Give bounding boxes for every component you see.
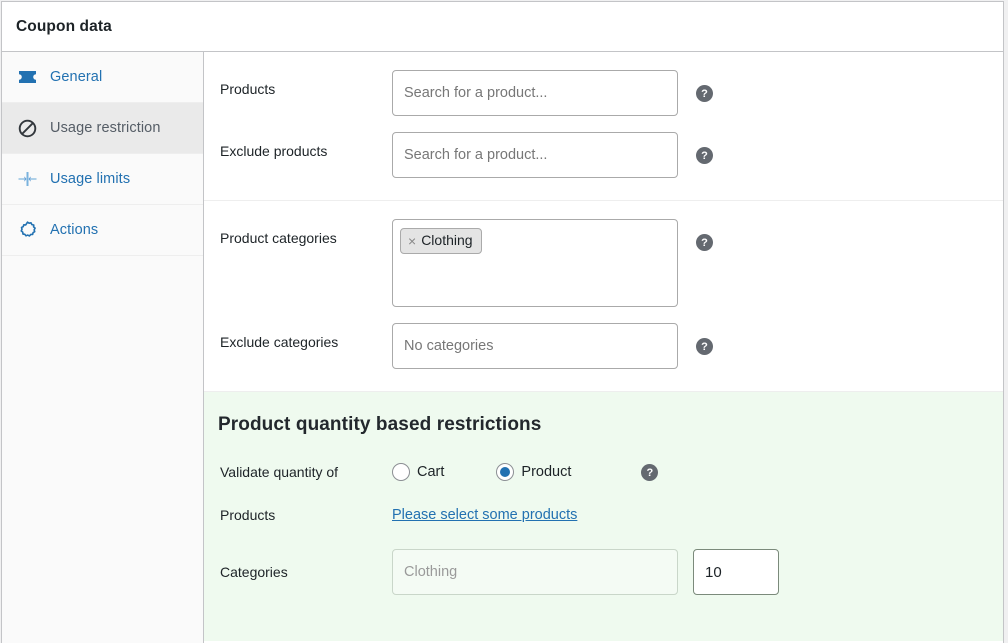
sidebar-item-label: General bbox=[50, 69, 103, 85]
products-label: Products bbox=[220, 81, 276, 97]
ticket-icon bbox=[14, 70, 40, 84]
quantity-products-label: Products bbox=[220, 507, 276, 523]
section-title: Product quantity based restrictions bbox=[218, 414, 542, 435]
sidebar-item-label: Actions bbox=[50, 222, 99, 238]
exclude-categories-label: Exclude categories bbox=[220, 334, 339, 350]
usage-limits-icon bbox=[14, 171, 40, 187]
quantity-categories-input bbox=[392, 549, 678, 595]
products-control bbox=[392, 70, 678, 116]
products-group: Products ? Exclude products ? bbox=[204, 52, 1003, 201]
exclude-categories-input[interactable] bbox=[392, 323, 678, 369]
help-icon[interactable]: ? bbox=[696, 234, 713, 251]
help-icon[interactable]: ? bbox=[696, 338, 713, 355]
sidebar-item-label: Usage limits bbox=[50, 171, 131, 187]
panel-body: General Usage restriction Usage limits A… bbox=[2, 52, 1003, 643]
help-icon[interactable]: ? bbox=[696, 85, 713, 102]
row-validate-quantity: Validate quantity of Cart Product ? bbox=[204, 462, 1003, 507]
radio-product-control[interactable] bbox=[496, 462, 515, 481]
radio-cart-control[interactable] bbox=[392, 462, 410, 481]
quantity-amount-input[interactable] bbox=[693, 549, 779, 595]
row-quantity-categories: Categories bbox=[204, 549, 1003, 621]
panel-header: Coupon data bbox=[2, 2, 1003, 52]
field-products: Products ? bbox=[204, 62, 1003, 124]
exclude-products-input[interactable] bbox=[392, 132, 678, 178]
radio-cart-label: Cart bbox=[417, 463, 445, 480]
coupon-data-tabs: General Usage restriction Usage limits A… bbox=[2, 52, 204, 643]
radio-product[interactable]: Product bbox=[496, 462, 572, 481]
remove-token-icon[interactable]: × bbox=[408, 234, 416, 248]
field-exclude-products: Exclude products ? bbox=[204, 124, 1003, 186]
product-categories-label: Product categories bbox=[220, 230, 337, 246]
select-products-link[interactable]: Please select some products bbox=[392, 507, 577, 523]
quantity-categories-label: Categories bbox=[220, 564, 288, 580]
field-exclude-categories: Exclude categories ? bbox=[204, 315, 1003, 377]
categories-group: Product categories × Clothing ? Exclude … bbox=[204, 201, 1003, 391]
product-quantity-restrictions-section: Product quantity based restrictions Vali… bbox=[204, 391, 1003, 641]
no-entry-icon bbox=[14, 119, 40, 138]
token-label: Clothing bbox=[421, 232, 473, 248]
gear-icon bbox=[14, 220, 40, 240]
radio-product-label: Product bbox=[521, 463, 572, 480]
help-icon[interactable]: ? bbox=[696, 147, 713, 164]
product-categories-control: × Clothing bbox=[392, 219, 678, 307]
page-title: Coupon data bbox=[16, 17, 112, 35]
exclude-products-control bbox=[392, 132, 678, 178]
sidebar-item-general[interactable]: General bbox=[2, 52, 203, 103]
sidebar-item-usage-restriction[interactable]: Usage restriction bbox=[2, 103, 203, 154]
exclude-products-label: Exclude products bbox=[220, 143, 328, 159]
exclude-categories-control bbox=[392, 323, 678, 369]
category-token[interactable]: × Clothing bbox=[400, 228, 482, 254]
coupon-data-screen: Coupon data General Usage restriction Us… bbox=[0, 0, 1008, 643]
sidebar-item-label: Usage restriction bbox=[50, 120, 161, 136]
sidebar-item-usage-limits[interactable]: Usage limits bbox=[2, 154, 203, 205]
usage-restriction-panel: Products ? Exclude products ? bbox=[204, 52, 1003, 643]
product-categories-tokenbox[interactable]: × Clothing bbox=[392, 219, 678, 307]
coupon-data-panel: Coupon data General Usage restriction Us… bbox=[1, 1, 1004, 643]
quantity-categories-controls bbox=[392, 549, 779, 595]
row-quantity-products: Products Please select some products bbox=[204, 507, 1003, 549]
validate-quantity-label: Validate quantity of bbox=[220, 463, 339, 480]
radio-cart[interactable]: Cart bbox=[392, 462, 445, 481]
field-product-categories: Product categories × Clothing ? bbox=[204, 211, 1003, 315]
sidebar-item-actions[interactable]: Actions bbox=[2, 205, 203, 256]
products-input[interactable] bbox=[392, 70, 678, 116]
help-icon[interactable]: ? bbox=[641, 464, 659, 481]
